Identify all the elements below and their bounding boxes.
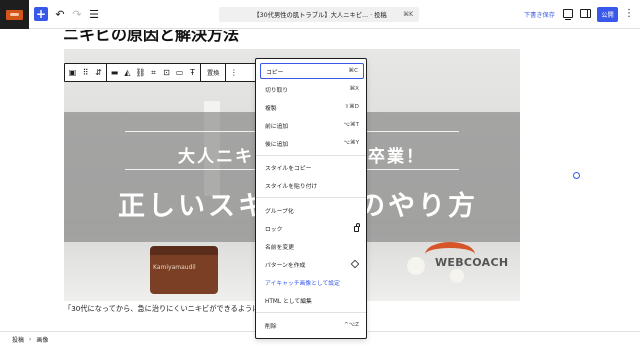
add-block-button[interactable]: + [34,7,48,21]
block-toolbar: ▣ ⠿ ⇵ ▬ ◭ ⛓ ⌗ ⊡ ▭ Ŧ 置換 ⋮ [64,63,273,82]
list-view-icon[interactable]: ☰ [87,5,101,24]
drag-handle-icon[interactable]: ⠿ [81,68,90,77]
menu-item-paste-styles[interactable]: スタイルを貼り付け [260,177,364,193]
menu-item-insert-before[interactable]: 前に追加 ⌥⌘T [260,117,364,133]
document-title-bar[interactable]: 【30代男性の肌トラブル】大人ニキビ... · 投稿 ⌘K [219,7,419,22]
menu-separator [256,155,366,156]
pattern-icon [350,259,360,269]
lock-icon [354,223,360,232]
block-switcher-group: ▣ ⠿ ⇵ [65,64,107,81]
flower-decoration [450,269,464,283]
site-logo-icon [6,9,23,20]
breadcrumb-post[interactable]: 投稿 [12,335,24,344]
image-block-icon[interactable]: ▣ [68,68,77,77]
more-options-group: ⋮ [226,64,241,81]
menu-item-copy[interactable]: コピー ⌘C [260,63,364,79]
replace-button[interactable]: 置換 [204,68,222,77]
menu-separator [256,312,366,313]
settings-panel-icon[interactable] [580,9,591,18]
menu-item-duplicate[interactable]: 複製 ⇧⌘D [260,99,364,115]
redo-icon[interactable]: ↷ [70,5,84,24]
flower-decoration [407,257,425,275]
link-icon[interactable]: ⛓ [135,68,145,77]
block-options-menu: コピー ⌘C 切り取り ⌘X 複製 ⇧⌘D 前に追加 ⌥⌘T 後に追加 ⌥⌘Y … [255,58,367,339]
editor-top-bar: + ↶ ↷ ☰ 【30代男性の肌トラブル】大人ニキビ... · 投稿 ⌘K 下書… [0,0,640,29]
preview-icon[interactable] [563,9,573,20]
move-arrows-icon[interactable]: ⇵ [94,68,103,77]
crop-icon[interactable]: ⌗ [149,68,158,77]
undo-icon[interactable]: ↶ [53,5,67,24]
resize-handle[interactable] [573,172,580,179]
menu-item-create-pattern[interactable]: パターンを作成 [260,256,364,272]
menu-separator [256,197,366,198]
menu-item-rename[interactable]: 名前を変更 [260,238,364,254]
save-draft-button[interactable]: 下書き保存 [524,10,555,19]
breadcrumb-separator: › [29,335,32,343]
text-over-image-icon[interactable]: Ŧ [188,68,197,77]
jar-label: Kamiyamaudil [153,264,196,271]
post-heading[interactable]: ニキビの原因と解決方法 [63,30,239,45]
menu-item-set-featured-image[interactable]: アイキャッチ画像として設定 [260,274,364,290]
menu-item-insert-after[interactable]: 後に追加 ⌥⌘Y [260,135,364,151]
replace-group: 置換 [201,64,227,81]
document-title: 【30代男性の肌トラブル】大人ニキビ... · 投稿 [253,12,387,19]
command-shortcut: ⌘K [403,11,413,18]
site-logo[interactable] [0,0,29,29]
publish-button[interactable]: 公開 [597,7,618,22]
menu-item-lock[interactable]: ロック [260,220,364,236]
menu-item-group[interactable]: グループ化 [260,202,364,218]
image-tools-group: ▬ ◭ ⛓ ⌗ ⊡ ▭ Ŧ [107,64,201,81]
caption-icon[interactable]: ▭ [175,68,184,77]
block-options-kebab-icon[interactable]: ⋮ [229,68,238,77]
duotone-icon[interactable]: ◭ [123,68,132,77]
menu-item-delete[interactable]: 削除 ^⌥Z [260,317,364,333]
menu-item-edit-as-html[interactable]: HTML として編集 [260,292,364,308]
options-kebab-icon[interactable]: ⋮ [624,7,634,21]
menu-item-cut[interactable]: 切り取り ⌘X [260,81,364,97]
paragraph-block[interactable]: 「30代になってから、急に治りにくいニキビができるように [64,304,259,314]
menu-item-copy-styles[interactable]: スタイルをコピー [260,159,364,175]
breadcrumb-image[interactable]: 画像 [36,335,48,344]
webcoach-logo: WEBCOACH [435,256,509,269]
align-icon[interactable]: ▬ [110,68,119,77]
alt-text-icon[interactable]: ⊡ [162,68,171,77]
